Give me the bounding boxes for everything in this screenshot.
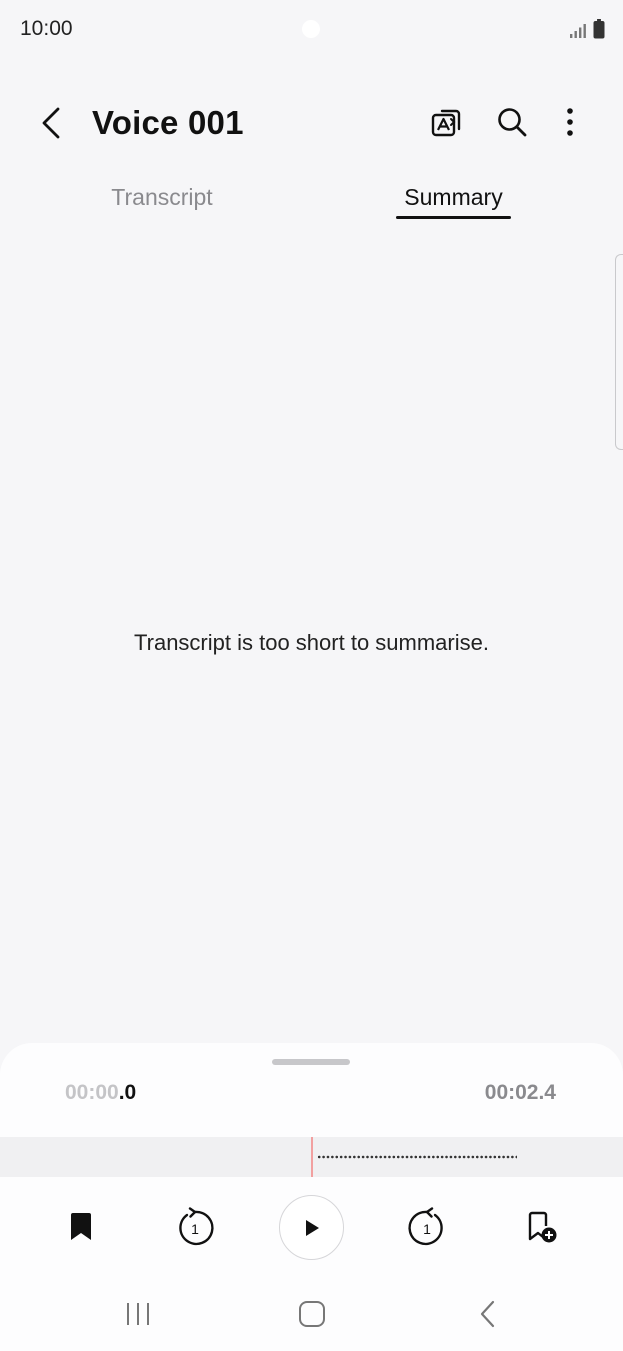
sheet-drag-handle[interactable] [272,1059,350,1065]
play-icon [305,1219,319,1236]
rewind-icon: 1 [179,1207,214,1246]
status-time: 10:00 [20,17,73,40]
tab-bar: Transcript Summary [0,172,623,224]
forward-icon: 1 [408,1207,443,1246]
home-button[interactable] [287,1294,337,1334]
bookmark-button[interactable] [49,1195,113,1259]
edge-panel-handle[interactable] [615,254,623,450]
signal-icon [570,24,586,38]
translate-button[interactable] [424,100,468,144]
forward-button[interactable]: 1 [395,1195,459,1259]
home-icon [299,1301,325,1327]
rewind-seconds: 1 [191,1221,199,1237]
back-button[interactable] [30,102,72,144]
recent-apps-button[interactable] [113,1294,163,1334]
status-bar: 10:00 [0,0,623,58]
forward-seconds: 1 [423,1221,431,1237]
waveform-scrubber[interactable] [0,1137,623,1177]
current-time-minutes: 00:00 [65,1081,119,1104]
translate-icon [431,109,461,137]
add-bookmark-icon [528,1211,557,1243]
back-arrow-icon [42,107,60,139]
play-button[interactable] [279,1195,344,1260]
current-time: 00:00.0 [65,1081,136,1105]
status-icons [569,19,605,39]
page-title: Voice 001 [92,104,244,141]
tab-summary[interactable]: Summary [396,184,511,211]
waveform-bars [317,1155,517,1159]
system-navigation-bar [0,1280,623,1346]
rewind-button[interactable]: 1 [163,1195,227,1259]
more-options-icon [567,108,573,136]
search-button[interactable] [490,100,534,144]
summary-empty-message: Transcript is too short to summarise. [134,630,489,655]
playback-controls: 1 1 [0,1193,623,1263]
search-icon [498,108,527,137]
camera-cutout [302,20,320,38]
battery-icon [593,19,605,39]
current-time-fraction: .0 [118,1081,137,1104]
total-time: 00:02.4 [484,1081,556,1104]
recent-apps-icon [127,1303,149,1325]
tab-transcript[interactable]: Transcript [107,184,217,211]
app-bar: Voice 001 [0,90,623,156]
playhead[interactable] [311,1137,313,1177]
system-back-button[interactable] [463,1294,513,1334]
system-back-icon [480,1300,495,1328]
more-options-button[interactable] [548,100,592,144]
bookmark-icon [71,1213,91,1240]
add-bookmark-button[interactable] [510,1195,574,1259]
active-tab-indicator [396,216,511,219]
